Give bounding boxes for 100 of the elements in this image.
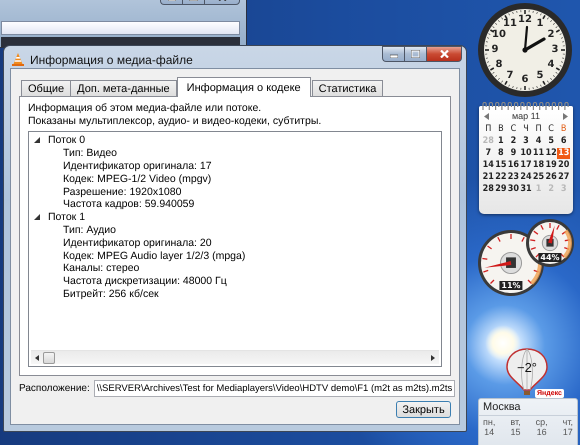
- window-title: Информация о медиа-файле: [30, 53, 193, 67]
- weekday-label: С: [510, 124, 518, 135]
- scrollbar-thumb[interactable]: [43, 352, 55, 364]
- calendar-day[interactable]: 24: [520, 172, 532, 183]
- city-label: Москва: [479, 399, 577, 416]
- temperature-label: −2°: [516, 360, 538, 375]
- clock-numeral: 7: [506, 70, 514, 81]
- calendar-day[interactable]: 29: [494, 184, 508, 195]
- clock-numeral: 4: [547, 60, 554, 70]
- maximize-icon: [411, 50, 420, 58]
- clock-numeral: 11: [503, 19, 517, 30]
- calendar-day[interactable]: 16: [507, 160, 520, 171]
- calendar-day[interactable]: 7: [482, 148, 495, 159]
- calendar-day[interactable]: 5: [544, 136, 558, 147]
- clock-numeral: 5: [536, 70, 544, 81]
- weekday-label: П: [534, 124, 543, 135]
- calendar-day[interactable]: 11: [532, 148, 545, 159]
- weekday-label: ср,: [536, 417, 548, 427]
- weekday-label: Ч: [522, 124, 530, 135]
- calendar-day[interactable]: 31: [520, 184, 532, 195]
- gauge-reading: 11%: [499, 281, 523, 290]
- tree-item[interactable]: Идентификатор оригинала: 20: [63, 236, 212, 249]
- tree-item[interactable]: Кодек: MPEG-1/2 Video (mpgv): [63, 172, 212, 185]
- calendar-day[interactable]: 27: [557, 172, 570, 183]
- calendar-day[interactable]: 12: [544, 148, 558, 159]
- date-label: 14: [484, 427, 494, 437]
- tree-item[interactable]: Тип: Видео: [63, 147, 118, 160]
- clock-numeral: 8: [496, 60, 502, 70]
- tree-item[interactable]: Тип: Аудио: [63, 224, 116, 236]
- maximize-button[interactable]: [404, 46, 426, 62]
- weekday-label: вт,: [510, 417, 521, 427]
- calendar-day[interactable]: 30: [507, 184, 520, 195]
- calendar-day[interactable]: 28: [482, 184, 495, 195]
- previous-month-icon[interactable]: [484, 112, 489, 120]
- clock-numeral: 3: [552, 45, 558, 55]
- scroll-left-icon[interactable]: [35, 354, 39, 360]
- calendar-day[interactable]: 6: [557, 136, 570, 147]
- horizontal-scrollbar[interactable]: [31, 350, 439, 364]
- description-text: Показаны мультиплексор, аудио- и видео-кодеки, субтитры.: [28, 115, 322, 128]
- minimize-button[interactable]: [382, 46, 404, 62]
- tab[interactable]: Общие: [21, 80, 72, 97]
- tree-item[interactable]: Поток 1: [48, 211, 86, 224]
- calendar-day[interactable]: 18: [532, 160, 545, 171]
- expand-arrow-icon[interactable]: [34, 137, 40, 144]
- tree-item[interactable]: Кодек: MPEG Audio layer 1/2/3 (mpga): [63, 250, 246, 262]
- weekday-label: С: [547, 124, 555, 135]
- weekday-label: чт,: [562, 417, 573, 427]
- tree-item[interactable]: Частота кадров: 59.940059: [63, 198, 194, 210]
- tab[interactable]: Доп. мета-данные: [70, 80, 177, 97]
- tab[interactable]: Статистика: [312, 80, 384, 97]
- tab[interactable]: Информация о кодеке: [176, 77, 311, 97]
- traffic-cone-icon: [11, 52, 25, 66]
- calendar-day[interactable]: 21: [482, 172, 495, 183]
- calendar-day[interactable]: 8: [494, 148, 508, 159]
- location-field[interactable]: \\SERVER\Archives\Test for Mediaplayers\Video\HDTV demo\F1 (m2t as m2ts).m2ts: [94, 380, 455, 397]
- clock-numeral: 2: [547, 30, 554, 40]
- clock-numeral: 10: [492, 30, 506, 40]
- expand-arrow-icon[interactable]: [34, 214, 40, 220]
- calendar-day[interactable]: 26: [544, 172, 558, 183]
- tree-item[interactable]: Каналы: стерео: [63, 262, 140, 274]
- scroll-right-icon[interactable]: [431, 354, 435, 360]
- clock-numeral: 1: [536, 19, 544, 30]
- tree-item[interactable]: Разрешение: 1920x1080: [63, 186, 182, 198]
- calendar-day[interactable]: 15: [494, 160, 508, 171]
- month-label[interactable]: мар 11: [512, 111, 540, 121]
- calendar-day[interactable]: 2: [507, 136, 520, 147]
- date-label: 17: [562, 427, 573, 437]
- tree-item[interactable]: Битрейт: 256 кб/сек: [63, 288, 159, 300]
- clock-numeral: 9: [492, 45, 498, 55]
- calendar-day[interactable]: 14: [482, 160, 495, 171]
- close-icon: [440, 50, 448, 58]
- tree-item[interactable]: Поток 0: [48, 134, 86, 146]
- calendar-day[interactable]: 17: [520, 160, 532, 171]
- calendar-day[interactable]: 10: [520, 148, 532, 159]
- calendar-day[interactable]: 4: [532, 136, 545, 147]
- weekday-label: П: [484, 124, 492, 135]
- next-month-icon[interactable]: [562, 112, 568, 120]
- weekday-label: В: [497, 124, 505, 135]
- clock-numeral: 6: [522, 75, 528, 85]
- tree-item[interactable]: Частота дискретизации: 48000 Гц: [63, 275, 227, 288]
- calendar-day[interactable]: 25: [532, 172, 545, 183]
- calendar-day[interactable]: 3: [520, 136, 532, 147]
- clock-numeral: 12: [518, 15, 532, 25]
- gauge-reading: 44%: [538, 253, 562, 262]
- calendar-day[interactable]: 20: [557, 160, 570, 171]
- description-text: Информация об этом медиа-файле или потоке.: [28, 102, 262, 115]
- calendar-day[interactable]: 23: [507, 172, 520, 183]
- date-label: 16: [536, 427, 547, 437]
- calendar-day[interactable]: 19: [544, 160, 558, 171]
- location-label: Расположение:: [19, 383, 90, 394]
- calendar-day[interactable]: 22: [494, 172, 508, 183]
- calendar-day[interactable]: 9: [507, 148, 520, 159]
- calendar-day[interactable]: 1: [494, 136, 508, 147]
- tree-item[interactable]: Идентификатор оригинала: 17: [63, 160, 212, 172]
- gauge-drawing: [525, 218, 575, 268]
- weekday-label: пн,: [483, 417, 496, 427]
- close-button[interactable]: [426, 46, 462, 62]
- date-label: 15: [510, 427, 520, 437]
- close-button[interactable]: Закрыть: [396, 401, 451, 418]
- weekday-label: В: [560, 124, 568, 135]
